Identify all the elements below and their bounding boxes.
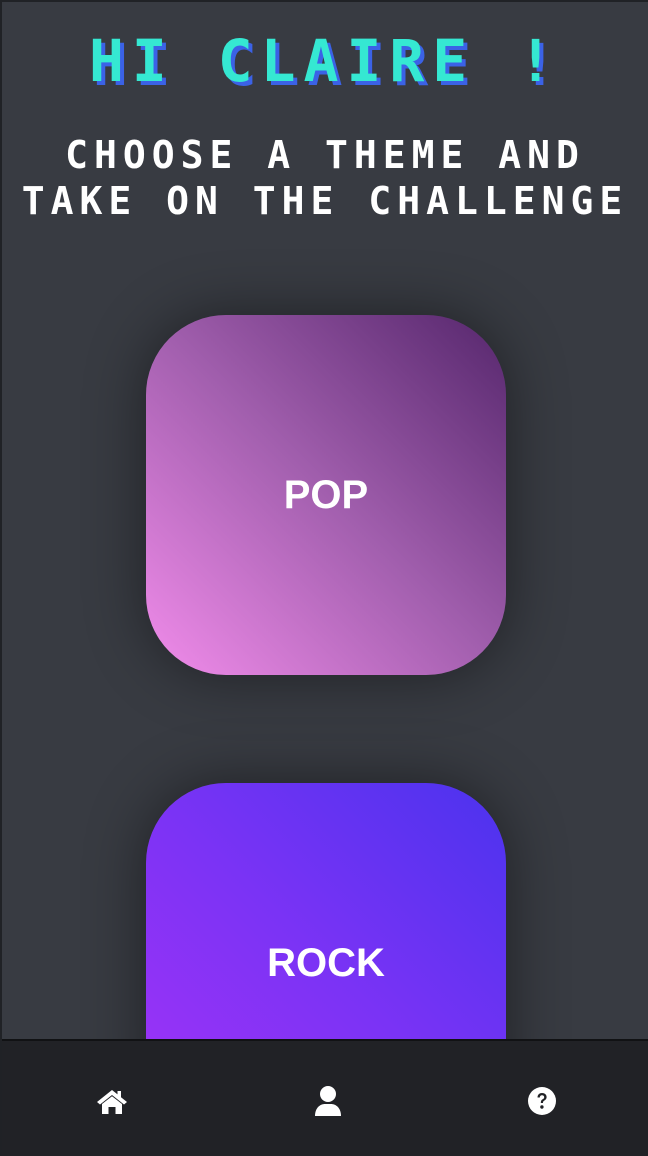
nav-home[interactable] [92,1083,132,1119]
nav-profile[interactable] [308,1083,348,1119]
home-icon [97,1090,127,1114]
bottom-navigation [2,1039,648,1156]
greeting-title: HI CLAIRE ! [88,27,562,95]
user-icon [315,1086,341,1116]
subtitle-line-2: TAKE ON THE CHALLENGE [21,179,629,223]
theme-card-pop[interactable]: POP [146,315,506,675]
subtitle-line-1: CHOOSE A THEME AND [65,133,585,177]
subtitle: CHOOSE A THEME AND TAKE ON THE CHALLENGE [2,132,648,224]
nav-help[interactable] [522,1083,562,1119]
help-icon [528,1087,556,1115]
theme-card-label: POP [283,472,369,517]
theme-card-label: ROCK [267,940,385,985]
theme-selection-screen: HI CLAIRE ! CHOOSE A THEME AND TAKE ON T… [2,2,648,1154]
